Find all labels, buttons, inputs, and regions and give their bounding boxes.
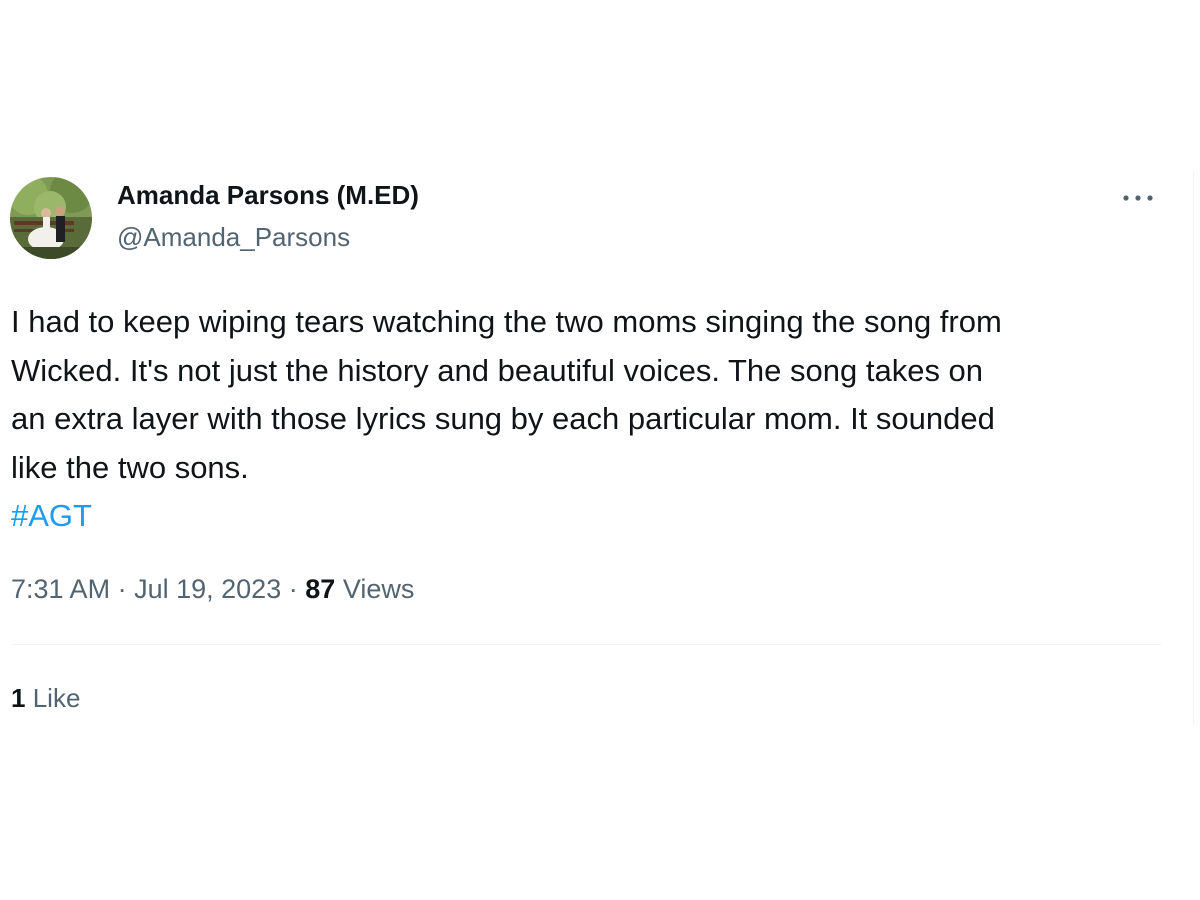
tweet-card: Amanda Parsons (M.ED) @Amanda_Parsons I … — [0, 0, 1200, 900]
tweet-time[interactable]: 7:31 AM — [11, 574, 110, 604]
views-count: 87 — [305, 574, 336, 604]
avatar[interactable] — [10, 177, 92, 259]
tweet-text-line: an extra layer with those lyrics sung by… — [11, 401, 995, 436]
meta-separator: · — [288, 574, 298, 604]
more-horizontal-icon — [1123, 195, 1153, 201]
views-label: Views — [342, 574, 415, 604]
meta-separator: · — [117, 574, 127, 604]
hashtag-link[interactable]: #AGT — [11, 492, 92, 541]
likes-count: 1 — [11, 683, 26, 713]
divider — [11, 644, 1161, 645]
tweet-text-line: I had to keep wiping tears watching the … — [11, 304, 1002, 339]
likes-link[interactable]: 1 Like — [11, 683, 80, 714]
tweet-text-line: Wicked. It's not just the history and be… — [11, 352, 984, 388]
tweet-date[interactable]: Jul 19, 2023 — [134, 574, 281, 604]
profile-photo-icon — [10, 177, 92, 259]
likes-label: Like — [32, 683, 81, 713]
more-options-button[interactable] — [1118, 184, 1158, 212]
user-handle[interactable]: @Amanda_Parsons — [117, 222, 350, 253]
column-border — [1193, 172, 1194, 724]
tweet-metadata: 7:31 AM · Jul 19, 2023 · 87 Views — [11, 574, 414, 605]
tweet-text-line: like the two sons. — [11, 449, 249, 485]
display-name[interactable]: Amanda Parsons (M.ED) — [117, 180, 419, 211]
tweet-text: I had to keep wiping tears watching the … — [11, 298, 1161, 541]
